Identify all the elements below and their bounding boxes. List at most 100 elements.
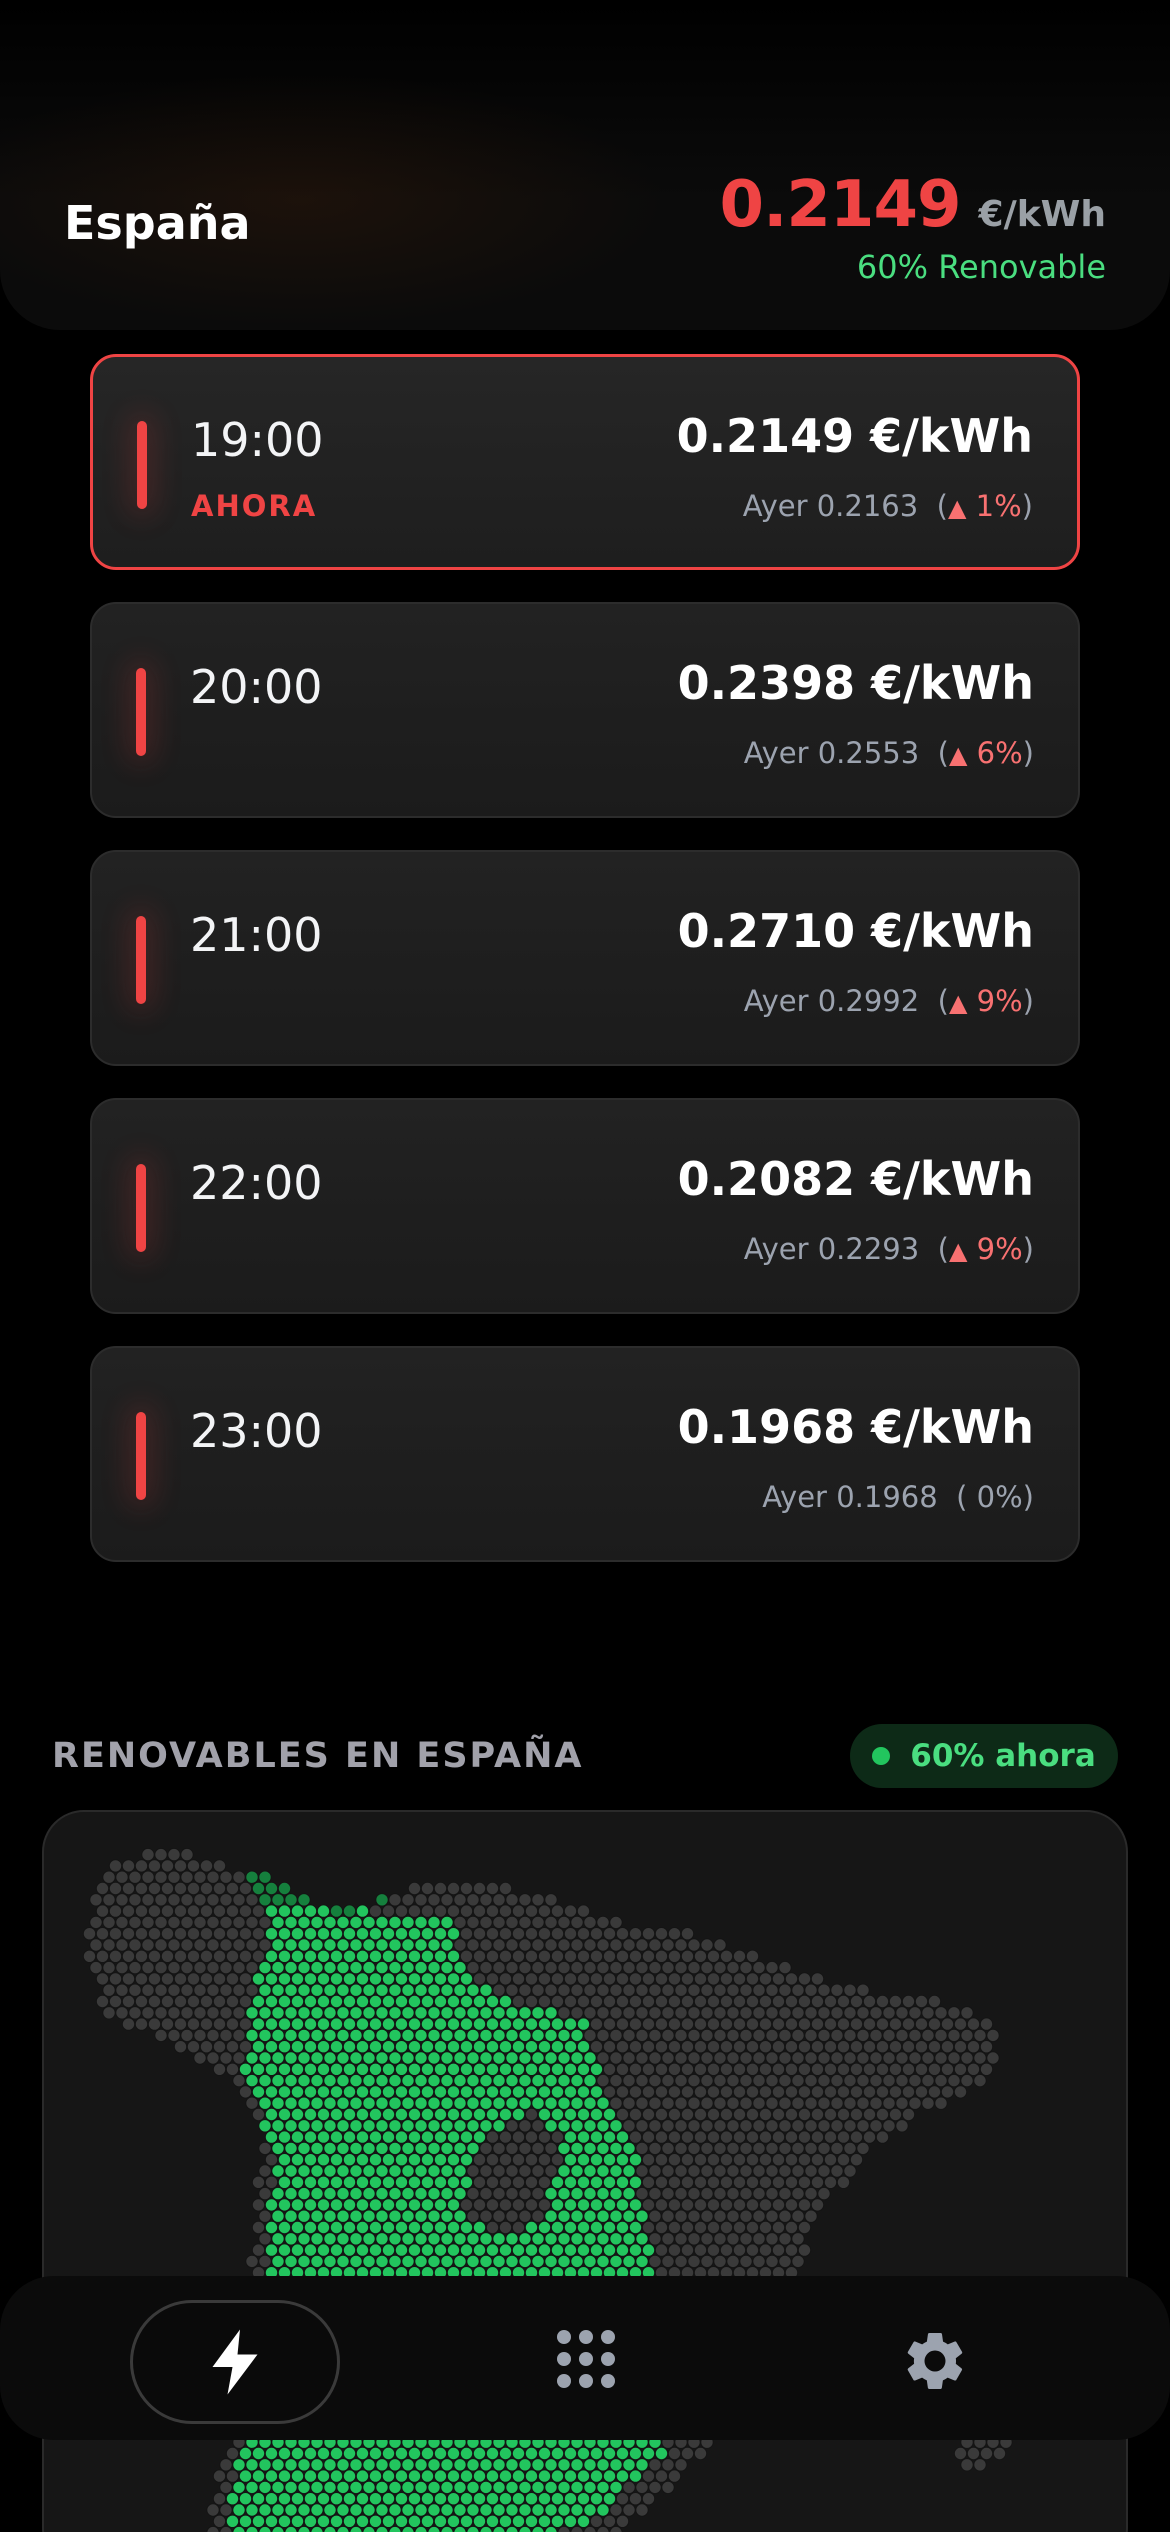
map-hex-cell [986, 2028, 1000, 2043]
map-hex-cell [739, 2254, 753, 2269]
map-hex-cell [661, 2051, 675, 2065]
map-hex-cell [310, 2073, 324, 2088]
map-hex-cell [609, 2141, 623, 2156]
map-hex-cell [479, 2006, 493, 2020]
map-hex-cell [557, 2209, 571, 2223]
map-hex-cell [368, 2040, 383, 2054]
hour-card[interactable]: 23:00 0.1968 €/kWh Ayer 0.1968 ( 0%) [90, 1346, 1080, 1562]
map-hex-cell [173, 1904, 188, 1918]
map-hex-cell [193, 1938, 207, 1952]
map-hex-cell [141, 1847, 155, 1862]
map-hex-cell [674, 2232, 688, 2246]
map-hex-cell [323, 1983, 337, 1997]
map-hex-cell [212, 2514, 227, 2528]
map-hex-cell [251, 1927, 266, 1941]
map-hex-cell [368, 2446, 383, 2461]
map-hex-cell [485, 2446, 500, 2461]
map-hex-cell [544, 2119, 558, 2133]
map-hex-cell [836, 2107, 851, 2122]
grid-icon[interactable] [555, 2328, 617, 2390]
map-hex-cell [843, 2096, 857, 2110]
map-hex-cell [869, 2119, 883, 2133]
map-hex-cell [739, 2096, 753, 2110]
map-hex-cell [693, 2175, 708, 2189]
hour-card[interactable]: 21:00 0.2710 €/kWh Ayer 0.2992 (▲ 9%) [90, 850, 1080, 1066]
map-hex-cell [258, 2458, 272, 2472]
map-hex-cell [602, 2130, 617, 2144]
map-hex-cell [635, 2096, 649, 2110]
map-hex-cell [440, 1915, 454, 1930]
map-hex-cell [349, 2051, 363, 2065]
map-hex-cell [329, 2446, 344, 2461]
map-hex-cell [505, 2141, 519, 2156]
map-hex-cell [394, 2446, 409, 2461]
map-hex-cell [134, 1859, 149, 1873]
map-hex-cell [550, 2243, 565, 2257]
map-hex-cell [102, 1960, 116, 1975]
map-hex-cell [180, 1983, 194, 1997]
map-hex-cell [888, 1994, 903, 2009]
change-percent: 0% [976, 1480, 1023, 1514]
map-hex-cell [173, 2040, 188, 2054]
tab-bar [0, 2276, 1170, 2440]
tab-energy[interactable] [130, 2300, 340, 2424]
map-hex-cell [635, 2164, 649, 2178]
map-hex-cell [284, 2164, 298, 2178]
map-hex-cell [258, 2209, 272, 2223]
map-hex-cell [550, 2514, 565, 2528]
map-hex-cell [784, 2153, 799, 2167]
map-hex-cell [336, 1983, 350, 1997]
map-hex-cell [557, 2232, 571, 2246]
map-hex-cell [641, 2492, 656, 2506]
map-hex-cell [225, 2469, 240, 2483]
hour-card[interactable]: 19:00 AHORA 0.2149 €/kWh Ayer 0.2163 (▲ 1%) [90, 354, 1080, 570]
map-hex-cell [342, 1972, 357, 1986]
map-hex-cell [414, 1960, 428, 1975]
map-hex-cell [277, 2085, 292, 2099]
map-hex-cell [199, 1927, 214, 1941]
map-hex-cell [290, 2175, 305, 2189]
map-hex-cell [355, 2130, 370, 2144]
map-hex-cell [810, 2062, 825, 2076]
map-hex-cell [693, 2040, 708, 2054]
map-hex-cell [797, 1994, 812, 2009]
map-hex-cell [745, 2198, 760, 2212]
map-hex-cell [349, 2503, 363, 2517]
gear-icon[interactable] [900, 2326, 970, 2396]
map-hex-cell [362, 2232, 376, 2246]
map-hex-cell [596, 2096, 610, 2110]
hour-card[interactable]: 22:00 0.2082 €/kWh Ayer 0.2293 (▲ 9%) [90, 1098, 1080, 1314]
map-hex-cell [219, 2458, 233, 2472]
map-hex-cell [680, 1972, 695, 1986]
map-hex-cell [596, 1915, 610, 1930]
map-hex-cell [407, 1994, 422, 2009]
map-hex-cell [245, 2096, 259, 2110]
map-hex-cell [440, 2209, 454, 2223]
map-hex-cell [726, 2006, 740, 2020]
map-hex-cell [752, 2232, 766, 2246]
map-hex-cell [479, 2073, 493, 2088]
map-hex-cell [765, 2006, 779, 2020]
map-hex-cell [212, 1904, 227, 1918]
map-hex-cell [622, 2006, 636, 2020]
map-hex-cell [420, 2085, 435, 2099]
map-hex-cell [758, 2085, 773, 2099]
map-hex-cell [381, 1949, 396, 1964]
hour-card[interactable]: 20:00 0.2398 €/kWh Ayer 0.2553 (▲ 6%) [90, 602, 1080, 818]
map-hex-cell [589, 1972, 604, 1986]
map-hex-cell [199, 1972, 214, 1986]
map-hex-cell [628, 2017, 643, 2031]
map-hex-cell [505, 2503, 519, 2517]
map-hex-cell [895, 2119, 909, 2133]
map-hex-cell [758, 2040, 773, 2054]
map-hex-cell [297, 2503, 311, 2517]
map-hex-cell [771, 2175, 786, 2189]
map-hex-cell [258, 2051, 272, 2065]
map-hex-cell [277, 1904, 292, 1918]
map-hex-cell [641, 2153, 656, 2167]
map-hex-cell [401, 2028, 415, 2043]
map-hex-cell [791, 2141, 805, 2156]
map-hex-cell [602, 2175, 617, 2189]
map-hex-cell [537, 2130, 552, 2144]
map-hex-cell [628, 1927, 643, 1941]
